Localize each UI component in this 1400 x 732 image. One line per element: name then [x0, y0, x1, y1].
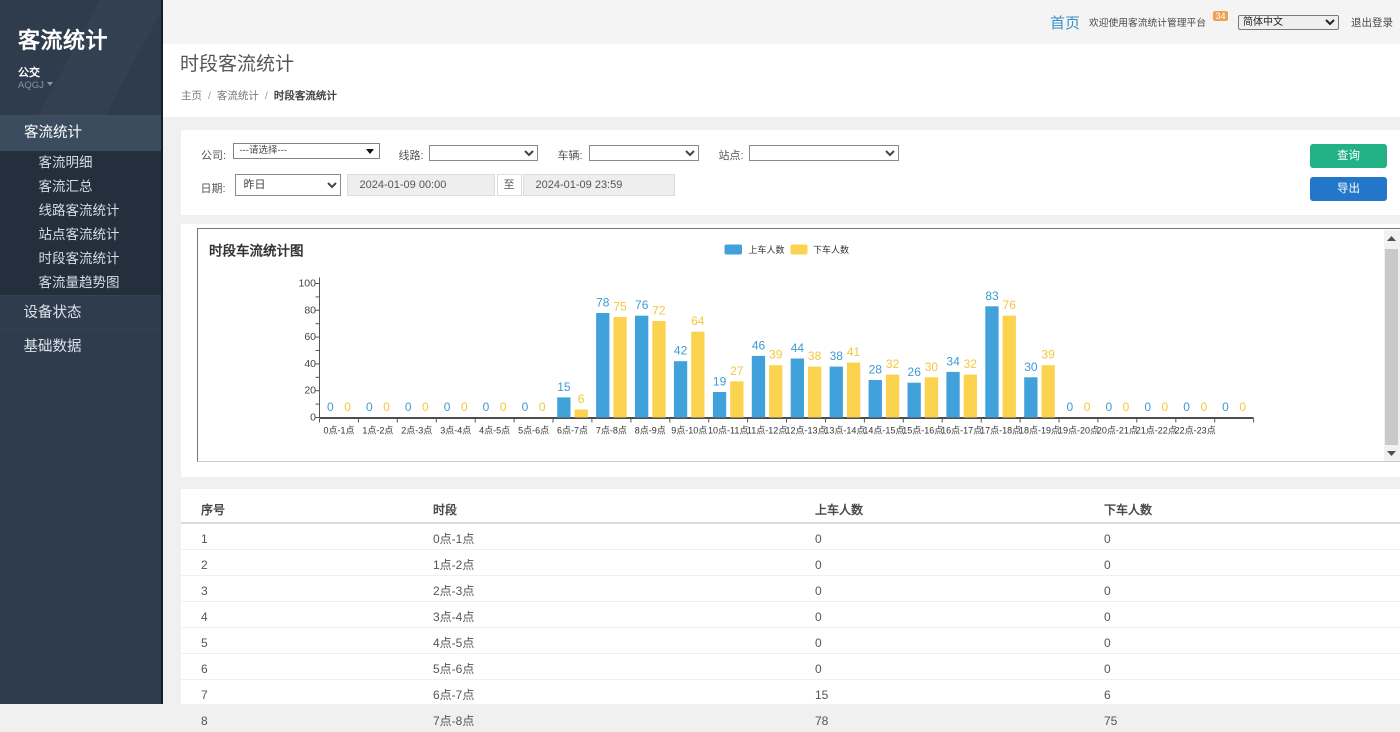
svg-text:39: 39 [769, 348, 783, 362]
svg-text:19点-20点: 19点-20点 [1058, 426, 1099, 436]
svg-text:0: 0 [1183, 400, 1190, 414]
svg-text:38: 38 [830, 349, 844, 363]
svg-text:0: 0 [1239, 400, 1246, 414]
svg-text:30: 30 [925, 360, 939, 374]
svg-text:46: 46 [752, 338, 766, 352]
svg-text:11点-12点: 11点-12点 [747, 426, 787, 436]
svg-text:40: 40 [304, 358, 316, 370]
svg-text:16点-17点: 16点-17点 [941, 426, 982, 436]
svg-text:0: 0 [444, 400, 451, 414]
svg-text:38: 38 [808, 349, 822, 363]
svg-text:0: 0 [405, 400, 412, 414]
svg-text:17点-18点: 17点-18点 [980, 426, 1021, 436]
svg-text:6: 6 [578, 392, 585, 406]
svg-text:4点-5点: 4点-5点 [479, 426, 510, 436]
svg-text:76: 76 [635, 298, 649, 312]
svg-text:7点-8点: 7点-8点 [596, 426, 627, 436]
svg-text:42: 42 [674, 344, 688, 358]
svg-text:14点-15点: 14点-15点 [863, 426, 904, 436]
svg-text:9点-10点: 9点-10点 [671, 426, 707, 436]
svg-text:80: 80 [304, 304, 316, 316]
svg-text:0: 0 [366, 400, 373, 414]
svg-text:76: 76 [1003, 298, 1017, 312]
svg-text:26: 26 [908, 365, 922, 379]
svg-text:0: 0 [310, 412, 316, 424]
svg-text:8点-9点: 8点-9点 [635, 426, 666, 436]
svg-text:0: 0 [1105, 400, 1112, 414]
svg-text:30: 30 [1024, 360, 1038, 374]
svg-text:0: 0 [1144, 400, 1151, 414]
svg-text:0: 0 [327, 400, 334, 414]
svg-text:1点-2点: 1点-2点 [362, 426, 393, 436]
svg-text:22点-23点: 22点-23点 [1175, 426, 1216, 436]
svg-text:15: 15 [557, 380, 571, 394]
svg-text:27: 27 [730, 364, 744, 378]
svg-text:20点-21点: 20点-21点 [1097, 426, 1138, 436]
svg-text:64: 64 [691, 314, 705, 328]
svg-text:18点-19点: 18点-19点 [1019, 426, 1060, 436]
svg-text:时段车流统计图: 时段车流统计图 [209, 243, 304, 259]
svg-text:0: 0 [500, 400, 507, 414]
svg-text:0点-1点: 0点-1点 [323, 426, 354, 436]
svg-text:0: 0 [1222, 400, 1229, 414]
svg-text:0: 0 [344, 400, 351, 414]
svg-text:0: 0 [1162, 400, 1169, 414]
svg-text:0: 0 [539, 400, 546, 414]
svg-text:0: 0 [461, 400, 468, 414]
svg-text:2点-3点: 2点-3点 [401, 426, 432, 436]
svg-text:5点-6点: 5点-6点 [518, 426, 549, 436]
svg-text:0: 0 [1200, 400, 1207, 414]
svg-text:28: 28 [869, 363, 883, 377]
svg-text:83: 83 [985, 289, 999, 303]
svg-text:0: 0 [1123, 400, 1130, 414]
svg-text:10点-11点: 10点-11点 [708, 426, 748, 436]
svg-text:39: 39 [1041, 348, 1055, 362]
svg-text:60: 60 [304, 331, 316, 343]
svg-text:0: 0 [1067, 400, 1074, 414]
svg-text:0: 0 [383, 400, 390, 414]
svg-text:0: 0 [1084, 400, 1091, 414]
svg-text:41: 41 [847, 345, 861, 359]
svg-text:6点-7点: 6点-7点 [557, 426, 588, 436]
svg-text:下车人数: 下车人数 [813, 244, 849, 255]
svg-text:21点-22点: 21点-22点 [1136, 426, 1177, 436]
svg-text:0: 0 [522, 400, 529, 414]
svg-text:44: 44 [791, 341, 805, 355]
svg-text:19: 19 [713, 375, 727, 389]
svg-text:32: 32 [964, 357, 978, 371]
svg-text:72: 72 [652, 304, 666, 318]
svg-text:32: 32 [886, 357, 900, 371]
svg-text:上车人数: 上车人数 [749, 244, 785, 255]
svg-text:78: 78 [596, 296, 610, 310]
svg-text:0: 0 [422, 400, 429, 414]
svg-text:0: 0 [483, 400, 490, 414]
svg-text:20: 20 [304, 385, 316, 397]
svg-text:12点-13点: 12点-13点 [785, 426, 826, 436]
svg-text:75: 75 [613, 300, 627, 314]
svg-text:34: 34 [946, 354, 960, 368]
svg-text:13点-14点: 13点-14点 [824, 426, 865, 436]
svg-text:100: 100 [298, 278, 316, 290]
svg-text:3点-4点: 3点-4点 [440, 426, 471, 436]
svg-text:15点-16点: 15点-16点 [902, 426, 943, 436]
